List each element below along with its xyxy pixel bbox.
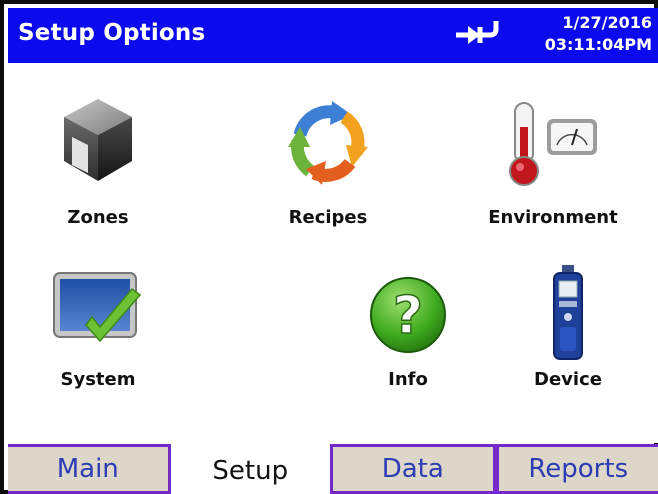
system-label: System [60, 369, 136, 390]
info-tile[interactable]: ? Info [353, 263, 463, 403]
environment-thermometer-icon [509, 102, 597, 186]
recipes-tile[interactable]: Recipes [268, 93, 388, 238]
tab-setup[interactable]: Setup [170, 444, 330, 494]
page-title: Setup Options [18, 20, 206, 46]
device-handheld-icon [553, 265, 583, 360]
zones-label: Zones [67, 207, 129, 228]
device-tile[interactable]: Device [518, 263, 618, 403]
recipes-cycle-icon [288, 101, 368, 185]
tab-main[interactable]: Main [8, 444, 171, 494]
environment-label: Environment [488, 207, 618, 228]
title-bar: Setup Options 1/27/2016 03:11:04PM [8, 8, 658, 63]
date-text: 1/27/2016 [562, 13, 652, 32]
time-text: 03:11:04PM [544, 35, 652, 54]
svg-text:?: ? [393, 286, 423, 346]
tab-data[interactable]: Data [330, 444, 496, 494]
usb-connected-icon [456, 21, 499, 44]
info-label: Info [388, 369, 428, 390]
tab-reports[interactable]: Reports [495, 444, 658, 494]
bottom-tab-bar: Main Setup Data Reports [8, 444, 658, 494]
system-tile[interactable]: System [48, 263, 148, 403]
system-monitor-check-icon [53, 272, 142, 343]
recipes-label: Recipes [288, 207, 368, 228]
zones-tile[interactable]: Zones [53, 93, 143, 238]
info-question-icon: ? [370, 277, 446, 353]
environment-tile[interactable]: Environment [478, 93, 628, 238]
setup-options-grid: Zones Recipes Environment System ? Info … [8, 63, 658, 443]
datetime-display: 1/27/2016 03:11:04PM [545, 12, 652, 56]
device-label: Device [534, 369, 602, 390]
zones-cube-icon [64, 99, 132, 181]
app-window: Setup Options 1/27/2016 03:11:04PM Zones… [0, 0, 658, 494]
